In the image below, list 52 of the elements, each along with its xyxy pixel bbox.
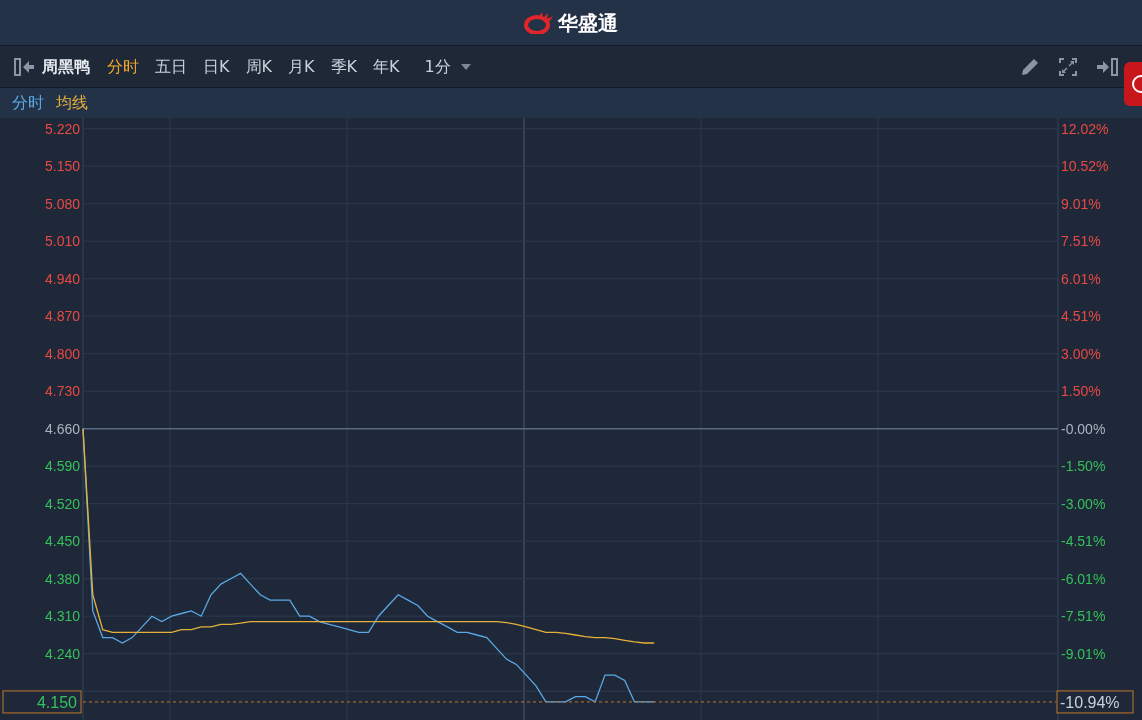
legend-label: 均线: [56, 92, 88, 114]
percent-axis-label: 7.51%: [1061, 233, 1101, 250]
percent-axis-label: 4.51%: [1061, 308, 1101, 325]
last-price-line: 4.150: [2, 690, 1057, 714]
pencil-icon[interactable]: [1020, 56, 1040, 77]
brand-name: 华盛通: [558, 9, 618, 37]
percent-axis-label: 3.00%: [1061, 345, 1101, 362]
price-axis-label: 4.730: [44, 383, 80, 400]
percent-axis-label: 9.01%: [1061, 195, 1101, 212]
percent-axis-label: -1.50%: [1061, 458, 1106, 475]
period-tab[interactable]: 日K: [200, 54, 233, 79]
percent-axis-label: 12.02%: [1061, 120, 1109, 137]
period-tab[interactable]: 月K: [285, 54, 318, 79]
period-tab[interactable]: 年K: [370, 54, 403, 79]
price-axis-label: 4.310: [44, 608, 80, 625]
period-tab[interactable]: 季K: [327, 54, 360, 79]
period-tab[interactable]: 五日: [152, 54, 190, 79]
price-axis-label: 5.080: [44, 195, 80, 212]
floating-tab[interactable]: [1124, 62, 1142, 106]
price-axis-label: 4.380: [44, 570, 80, 587]
fullscreen-icon[interactable]: [1058, 56, 1078, 77]
ref-line-label: 4.150: [36, 693, 78, 711]
price-axis-label: 4.940: [44, 270, 80, 287]
percent-axis-label: 1.50%: [1061, 383, 1101, 400]
price-axis-label: 5.150: [44, 158, 80, 175]
legend-label: 分时: [12, 92, 44, 114]
last-change-tag: -10.94%: [1056, 690, 1134, 714]
price-axis-label: 5.010: [44, 233, 80, 250]
collapse-panel-icon[interactable]: [14, 57, 36, 76]
percent-axis-label: -6.01%: [1061, 570, 1106, 587]
period-tab[interactable]: 分时: [104, 54, 142, 79]
price-axis-label: 4.240: [44, 645, 80, 662]
price-axis-label: 4.800: [44, 345, 80, 362]
logo-icon: [524, 11, 554, 34]
caret-icon: [460, 63, 471, 70]
period-tab[interactable]: 周K: [242, 54, 275, 79]
price-axis-label: 4.870: [44, 308, 80, 325]
price-axis-label: 4.590: [44, 458, 80, 475]
percent-axis-label: -7.51%: [1061, 608, 1106, 625]
stock-name: 周黑鸭: [42, 55, 90, 78]
percent-axis-label: 10.52%: [1061, 158, 1109, 175]
percent-axis-label: -0.00%: [1061, 420, 1106, 437]
percent-axis-label: -9.01%: [1061, 645, 1106, 662]
expand-panel-icon[interactable]: [1096, 56, 1118, 77]
percent-axis-label: 6.01%: [1061, 270, 1101, 287]
price-axis-label: 4.660: [44, 420, 80, 437]
price-axis-label: 4.520: [44, 495, 80, 512]
percent-axis-label: -3.00%: [1061, 495, 1106, 512]
price-axis-label: 5.220: [44, 120, 80, 137]
percent-axis-label: -4.51%: [1061, 533, 1106, 550]
interval-dropdown[interactable]: 1分: [424, 54, 471, 79]
price-axis-label: 4.450: [44, 533, 80, 550]
